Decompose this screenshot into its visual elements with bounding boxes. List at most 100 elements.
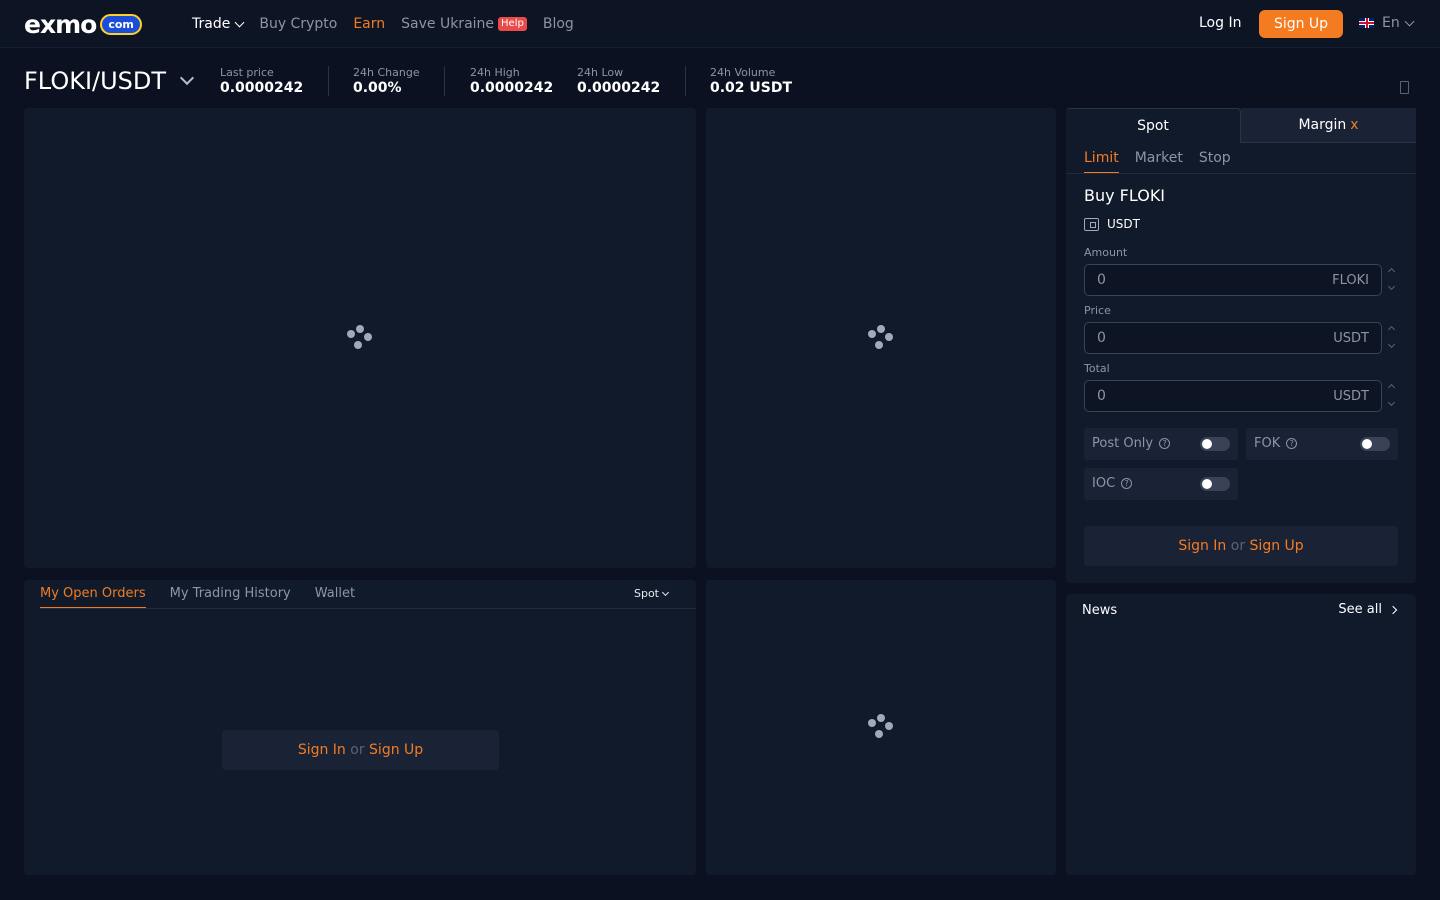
tab-stop[interactable]: Stop — [1199, 150, 1231, 174]
tab-spot[interactable]: Spot — [1066, 108, 1241, 143]
logo-badge: com — [100, 13, 142, 35]
stat-label: 24h Volume — [710, 66, 776, 79]
chevron-down-icon — [661, 588, 670, 596]
post-only-toggle[interactable] — [1200, 437, 1230, 451]
chevron-up-icon[interactable] — [1387, 325, 1396, 334]
order-type-tabs: Limit Market Stop — [1084, 150, 1231, 174]
or-text: or — [1230, 538, 1246, 554]
chevron-down-icon[interactable] — [1387, 340, 1396, 349]
nav-save-ukraine-label: Save Ukraine — [401, 16, 495, 32]
stat-label: 24h Low — [577, 66, 624, 79]
exmo-logo[interactable]: exmo com — [24, 11, 142, 37]
pair-name: FLOKI/USDT — [24, 67, 167, 95]
chart-panel — [24, 108, 696, 568]
stat-24h-high: 24h High 0.0000242 — [470, 66, 553, 96]
total-stepper[interactable] — [1387, 380, 1397, 412]
option-fok: FOK ? — [1246, 428, 1398, 460]
orders-auth-prompt: Sign In or Sign Up — [222, 730, 499, 770]
stat-label: 24h High — [470, 66, 520, 79]
layout-icon[interactable] — [1400, 81, 1409, 94]
price-field: USDT — [1084, 322, 1382, 354]
chevron-down-icon — [1404, 16, 1415, 26]
market-trades-panel — [706, 580, 1056, 875]
stat-label: Last price — [220, 66, 274, 79]
see-all-link[interactable]: See all — [1338, 602, 1398, 617]
chevron-down-icon — [234, 17, 245, 27]
chevron-up-icon[interactable] — [1387, 383, 1396, 392]
sign-in-link[interactable]: Sign In — [1178, 538, 1226, 554]
option-post-only: Post Only ? — [1084, 428, 1238, 460]
sign-up-link[interactable]: Sign Up — [1250, 538, 1304, 554]
nav-buy-crypto[interactable]: Buy Crypto — [259, 16, 337, 32]
divider — [685, 66, 686, 96]
fok-toggle[interactable] — [1360, 437, 1390, 451]
total-unit: USDT — [1333, 389, 1369, 404]
amount-input[interactable] — [1097, 265, 1297, 295]
nav-earn[interactable]: Earn — [353, 16, 385, 32]
language-selector[interactable]: En — [1359, 15, 1415, 31]
tab-limit[interactable]: Limit — [1084, 150, 1119, 174]
stat-last-price: Last price 0.0000242 — [220, 66, 303, 96]
total-label: Total — [1084, 362, 1110, 375]
loading-spinner-icon — [346, 325, 374, 353]
price-input[interactable] — [1097, 323, 1297, 353]
close-icon: x — [1350, 117, 1359, 133]
news-panel: News See all — [1066, 594, 1416, 875]
stat-24h-low: 24h Low 0.0000242 — [577, 66, 660, 96]
help-icon[interactable]: ? — [1286, 438, 1298, 449]
total-input[interactable] — [1097, 381, 1297, 411]
or-text: or — [350, 742, 365, 758]
login-link[interactable]: Log In — [1199, 15, 1241, 31]
chevron-down-icon[interactable] — [1387, 282, 1396, 291]
wallet-icon — [1084, 217, 1099, 231]
market-select[interactable]: Spot — [634, 587, 670, 600]
signup-button[interactable]: Sign Up — [1259, 10, 1343, 38]
pair-selector[interactable]: FLOKI/USDT — [24, 67, 195, 95]
stat-value: 0.0000242 — [220, 80, 304, 96]
chevron-right-icon — [1388, 605, 1398, 614]
sign-up-link[interactable]: Sign Up — [369, 742, 423, 758]
tab-market[interactable]: Market — [1135, 150, 1183, 174]
trade-form-panel: Spot Margin x Limit Market Stop Buy FLOKI… — [1066, 108, 1416, 583]
open-orders-panel: My Open Orders My Trading History Wallet… — [24, 580, 696, 875]
help-badge: Help — [498, 17, 527, 31]
tab-open-orders[interactable]: My Open Orders — [40, 580, 146, 609]
stat-value: 0.00% — [353, 80, 402, 96]
wallet-balance: USDT — [1084, 217, 1140, 231]
chevron-up-icon[interactable] — [1387, 267, 1396, 276]
tab-trading-history[interactable]: My Trading History — [170, 580, 291, 609]
total-field: USDT — [1084, 380, 1382, 412]
help-icon[interactable]: ? — [1159, 438, 1171, 449]
nav-blog[interactable]: Blog — [543, 16, 574, 32]
top-navbar: exmo com Trade Buy Crypto Earn Save Ukra… — [0, 0, 1440, 48]
help-icon[interactable]: ? — [1121, 478, 1133, 489]
ioc-toggle[interactable] — [1200, 477, 1230, 491]
tab-margin-label: Margin — [1298, 117, 1347, 133]
main-nav: Trade Buy Crypto Earn Save Ukraine Help … — [192, 0, 574, 48]
nav-trade[interactable]: Trade — [192, 16, 245, 32]
price-unit: USDT — [1333, 331, 1369, 346]
tab-margin[interactable]: Margin x — [1241, 108, 1416, 143]
stat-24h-volume: 24h Volume 0.02 USDT — [710, 66, 792, 96]
order-book-panel — [706, 108, 1056, 568]
divider — [40, 608, 696, 609]
form-title: Buy FLOKI — [1084, 186, 1166, 205]
uk-flag-icon — [1359, 18, 1374, 28]
nav-save-ukraine[interactable]: Save Ukraine Help — [401, 16, 527, 32]
tab-wallet[interactable]: Wallet — [315, 580, 355, 609]
divider — [1066, 173, 1416, 174]
price-stepper[interactable] — [1387, 322, 1397, 354]
chevron-down-icon — [179, 70, 195, 86]
loading-spinner-icon — [867, 325, 895, 353]
amount-stepper[interactable] — [1387, 264, 1397, 296]
sign-in-link[interactable]: Sign In — [298, 742, 346, 758]
divider — [328, 66, 329, 96]
stat-24h-change: 24h Change 0.00% — [353, 66, 420, 96]
option-label: FOK — [1254, 436, 1281, 451]
news-title: News — [1082, 603, 1118, 618]
divider — [444, 66, 445, 96]
chevron-down-icon[interactable] — [1387, 398, 1396, 407]
wallet-currency: USDT — [1107, 217, 1140, 231]
amount-label: Amount — [1084, 246, 1128, 259]
stat-value: 0.0000242 — [577, 80, 661, 96]
